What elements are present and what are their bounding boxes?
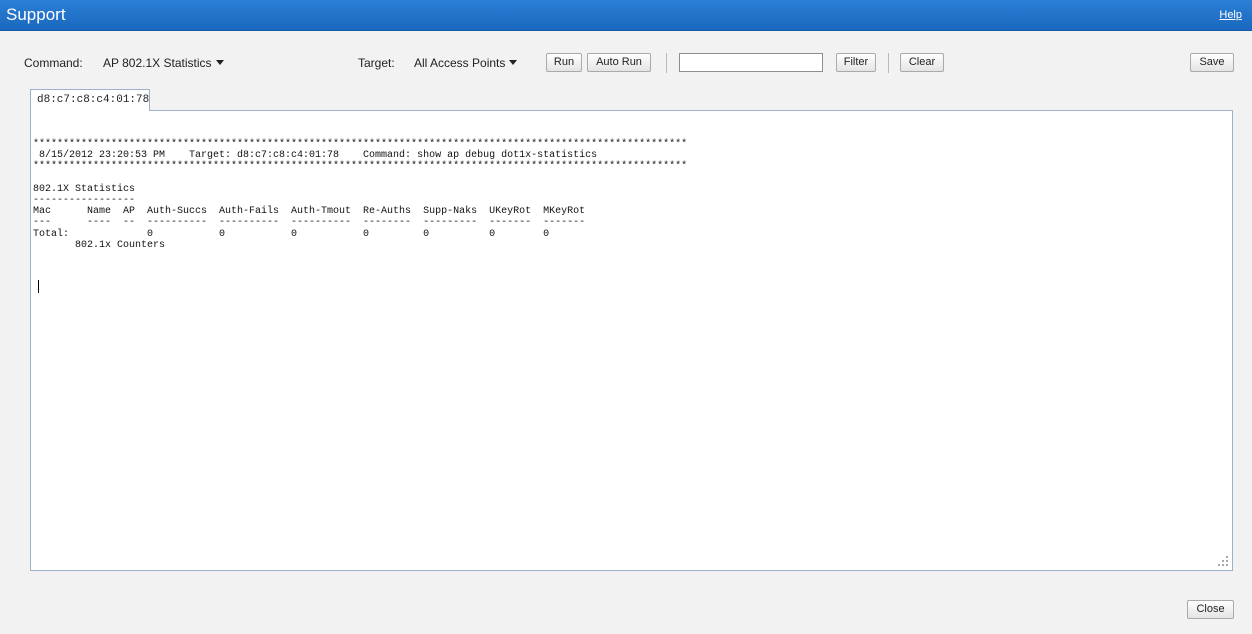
command-label: Command: [24,56,83,70]
tab-target[interactable]: d8:c7:c8:c4:01:78 [30,89,150,111]
target-dropdown[interactable]: All Access Points [414,55,518,71]
title-bar: Support Help [0,0,1252,31]
toolbar-divider [888,53,889,73]
command-dropdown[interactable]: AP 802.1X Statistics [103,55,224,71]
command-output-area[interactable]: ****************************************… [30,110,1233,571]
target-dropdown-value: All Access Points [414,56,506,70]
clear-button[interactable]: Clear [900,53,944,72]
chevron-down-icon [509,60,518,66]
run-button[interactable]: Run [546,53,582,72]
filter-button[interactable]: Filter [836,53,876,72]
command-toolbar: Command: AP 802.1X Statistics Target: Al… [0,52,1252,74]
window-title: Support [6,5,66,24]
filter-input[interactable] [679,53,823,72]
toolbar-divider [666,53,667,73]
save-button[interactable]: Save [1190,53,1234,72]
help-link[interactable]: Help [1219,9,1242,21]
text-cursor [38,280,39,293]
command-output-text: ****************************************… [33,139,688,251]
resize-grip-icon[interactable] [1218,556,1228,566]
target-label: Target: [358,56,395,70]
chevron-down-icon [215,60,224,66]
command-dropdown-value: AP 802.1X Statistics [103,56,212,70]
close-button[interactable]: Close [1187,600,1234,619]
auto-run-button[interactable]: Auto Run [587,53,651,72]
